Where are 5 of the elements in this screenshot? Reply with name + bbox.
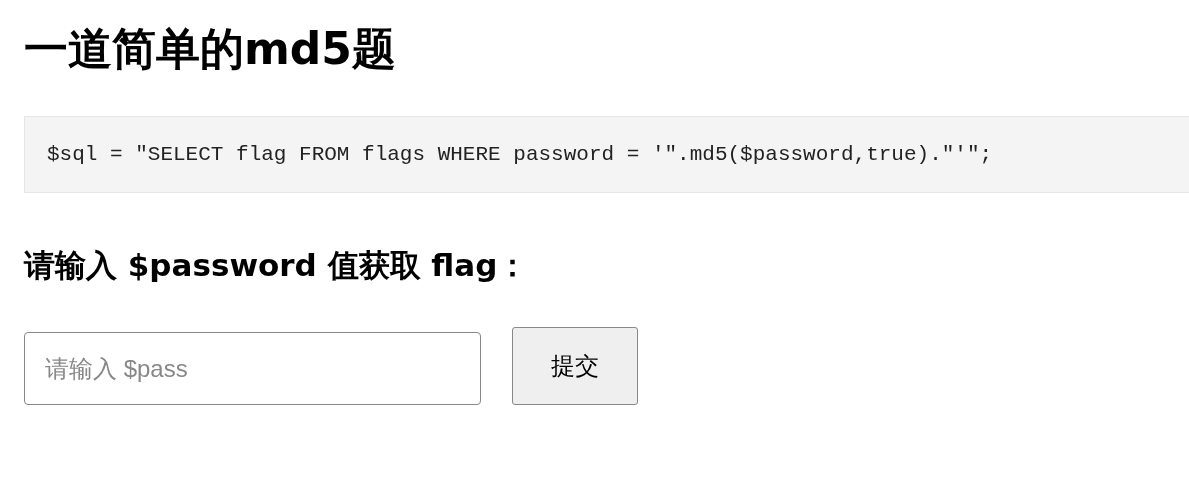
code-block: $sql = "SELECT flag FROM flags WHERE password = '".md5($password,true)."'";	[24, 116, 1189, 193]
page-title: 一道简单的md5题	[24, 22, 397, 76]
password-input[interactable]: 请输入 $pass	[24, 332, 481, 405]
submit-button[interactable]: 提交	[512, 327, 638, 405]
prompt-heading: 请输入 $password 值获取 flag：	[24, 246, 530, 285]
